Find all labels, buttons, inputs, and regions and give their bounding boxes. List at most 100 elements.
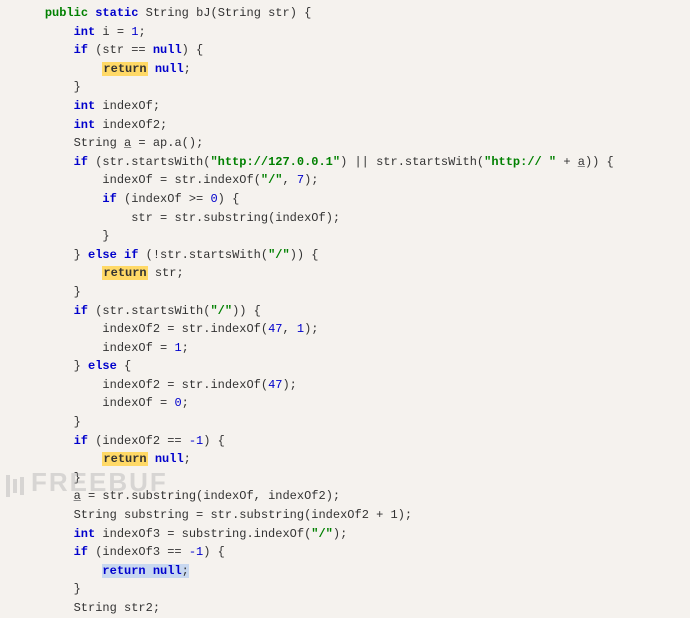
code-line: } xyxy=(16,78,674,97)
keyword-if: if xyxy=(74,545,88,559)
arg: indexOf2 + 1 xyxy=(311,508,397,522)
keyword-if: if xyxy=(74,304,88,318)
string-literal: "/" xyxy=(261,173,283,187)
method-call: indexOf xyxy=(210,378,260,392)
arg: indexOf2 xyxy=(268,489,326,503)
code-line: return null; xyxy=(16,562,674,581)
code-line: a = str.substring(indexOf, indexOf2); xyxy=(16,487,674,506)
var-ref: str xyxy=(376,155,398,169)
var-name: substring xyxy=(124,508,189,522)
keyword-if: if xyxy=(74,43,88,57)
method-call: indexOf xyxy=(203,173,253,187)
return-type: String xyxy=(146,6,189,20)
keyword-return: return xyxy=(102,452,147,466)
var-ref: str xyxy=(174,211,196,225)
keyword-else: else xyxy=(88,248,117,262)
keyword-if: if xyxy=(74,155,88,169)
operator: == xyxy=(167,545,181,559)
var-ref: str xyxy=(102,304,124,318)
keyword-int: int xyxy=(74,527,96,541)
var-ref: str xyxy=(102,43,124,57)
method-call: substring xyxy=(131,489,196,503)
var-ref: indexOf2 xyxy=(102,378,160,392)
var-name: str2 xyxy=(124,601,153,615)
number-literal: 1 xyxy=(131,25,138,39)
var-ref: str xyxy=(131,211,153,225)
string-literal: "/" xyxy=(210,304,232,318)
code-line: } xyxy=(16,283,674,302)
arg: indexOf xyxy=(275,211,325,225)
var-ref: str xyxy=(182,322,204,336)
keyword-int: int xyxy=(74,25,96,39)
code-line: if (indexOf2 == -1) { xyxy=(16,432,674,451)
type-string: String xyxy=(74,601,117,615)
keyword-public: public xyxy=(45,6,88,20)
var-ref: str xyxy=(102,489,124,503)
var-ref: str xyxy=(174,173,196,187)
code-line: String a = ap.a(); xyxy=(16,134,674,153)
code-line: if (str.startsWith("/")) { xyxy=(16,302,674,321)
code-line: } xyxy=(16,227,674,246)
var-name: indexOf3 xyxy=(102,527,160,541)
code-line: int i = 1; xyxy=(16,23,674,42)
number-literal: 1 xyxy=(174,341,181,355)
code-line: if (indexOf3 == -1) { xyxy=(16,543,674,562)
keyword-null: null xyxy=(155,452,184,466)
string-literal: "/" xyxy=(268,248,290,262)
var-ref: str xyxy=(182,378,204,392)
method-call: startsWith xyxy=(131,155,203,169)
keyword-if: if xyxy=(124,248,138,262)
var-ref: a xyxy=(578,155,585,169)
code-line: int indexOf3 = substring.indexOf("/"); xyxy=(16,525,674,544)
code-line: int indexOf; xyxy=(16,97,674,116)
method-name: bJ xyxy=(196,6,210,20)
arg: indexOf xyxy=(203,489,253,503)
keyword-return: return xyxy=(102,564,145,578)
var-ref: str xyxy=(160,248,182,262)
type-string: String xyxy=(74,508,117,522)
number-literal: 7 xyxy=(297,173,304,187)
code-line: indexOf2 = str.indexOf(47); xyxy=(16,376,674,395)
var-ref: indexOf3 xyxy=(102,545,160,559)
number-literal: -1 xyxy=(189,545,203,559)
var-ref: substring xyxy=(182,527,247,541)
code-line: } else { xyxy=(16,357,674,376)
method-call: startsWith xyxy=(131,304,203,318)
var-ref: indexOf xyxy=(102,396,152,410)
code-line: return null; xyxy=(16,60,674,79)
code-editor[interactable]: public static String bJ(String str) { in… xyxy=(16,4,674,618)
code-line: if (str == null) { xyxy=(16,41,674,60)
code-line: } else if (!str.startsWith("/")) { xyxy=(16,246,674,265)
number-literal: -1 xyxy=(189,434,203,448)
keyword-static: static xyxy=(95,6,138,20)
code-line: int indexOf2; xyxy=(16,116,674,135)
operator-not: ! xyxy=(153,248,160,262)
var-ref: indexOf xyxy=(102,173,152,187)
operator: == xyxy=(131,43,145,57)
operator-or: || xyxy=(354,155,368,169)
keyword-null: null xyxy=(155,62,184,76)
keyword-return: return xyxy=(102,266,147,280)
var-ref: indexOf2 xyxy=(102,322,160,336)
code-line: indexOf = 1; xyxy=(16,339,674,358)
code-line: } xyxy=(16,580,674,599)
var-ref: indexOf xyxy=(102,341,152,355)
string-literal: "http://127.0.0.1" xyxy=(210,155,340,169)
code-line: public static String bJ(String str) { xyxy=(16,4,674,23)
code-line: } xyxy=(16,469,674,488)
param-type: String xyxy=(218,6,261,20)
selection: return null; xyxy=(102,564,188,578)
param-name: str xyxy=(268,6,290,20)
code-line: indexOf = str.indexOf("/", 7); xyxy=(16,171,674,190)
number-literal: 0 xyxy=(174,396,181,410)
expr: ap.a() xyxy=(153,136,196,150)
method-call: startsWith xyxy=(189,248,261,262)
code-line: } xyxy=(16,413,674,432)
number-literal: 0 xyxy=(210,192,217,206)
var-ref: str xyxy=(155,266,177,280)
string-literal: "http:// " xyxy=(484,155,556,169)
code-line: indexOf = 0; xyxy=(16,394,674,413)
var-name: indexOf2 xyxy=(102,118,160,132)
keyword-int: int xyxy=(74,118,96,132)
keyword-return: return xyxy=(102,62,147,76)
